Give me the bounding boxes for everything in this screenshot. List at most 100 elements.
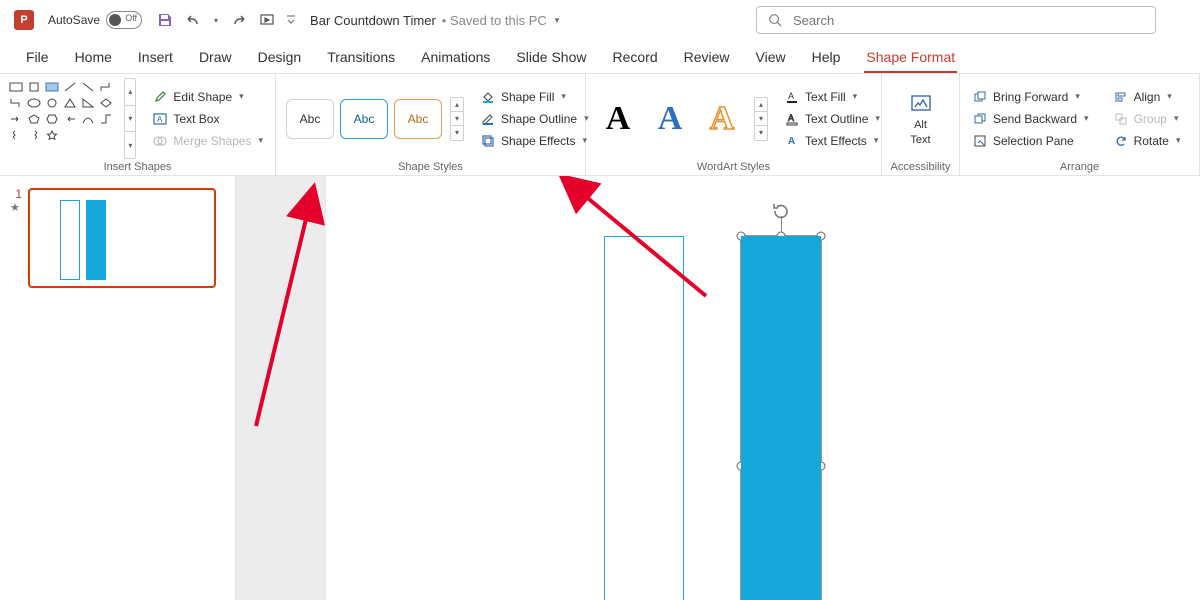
slide-thumbnails-panel[interactable]: 1 ★ bbox=[0, 176, 236, 600]
tab-home[interactable]: Home bbox=[63, 43, 124, 73]
bring-forward-button[interactable]: Bring Forward ▾ bbox=[968, 87, 1093, 107]
save-icon[interactable] bbox=[156, 11, 174, 29]
gallery-down-icon[interactable]: ▾ bbox=[755, 112, 767, 126]
rotation-handle-icon[interactable] bbox=[770, 200, 792, 222]
slide[interactable] bbox=[326, 176, 1200, 600]
search-input[interactable] bbox=[791, 12, 1145, 29]
wordart-swatch-3[interactable]: A bbox=[700, 97, 744, 141]
text-outline-button[interactable]: A Text Outline ▾ bbox=[780, 109, 884, 129]
wordart-gallery[interactable]: A A A ▴ ▾ ▾ bbox=[594, 78, 770, 159]
tab-record[interactable]: Record bbox=[600, 43, 669, 73]
outlined-rectangle-shape[interactable] bbox=[604, 236, 684, 600]
style-swatch-2[interactable]: Abc bbox=[340, 99, 388, 139]
toggle-state: Off bbox=[125, 13, 137, 23]
slide-canvas-area[interactable] bbox=[236, 176, 1200, 600]
wordart-swatch-2[interactable]: A bbox=[648, 97, 692, 141]
shape-triangle-icon[interactable] bbox=[62, 96, 78, 110]
shape-line2-icon[interactable] bbox=[80, 80, 96, 94]
group-shape-styles: Abc Abc Abc ▴ ▾ ▾ Shape Fill ▾ Shape Out… bbox=[276, 74, 586, 175]
gallery-up-icon[interactable]: ▴ bbox=[125, 79, 135, 106]
align-button[interactable]: Align ▾ bbox=[1109, 87, 1185, 107]
group-label: Arrange bbox=[968, 159, 1191, 173]
shape-star-icon[interactable] bbox=[44, 128, 60, 142]
shape-effects-button[interactable]: Shape Effects ▾ bbox=[476, 131, 593, 151]
shape-hex-icon[interactable] bbox=[44, 112, 60, 126]
merge-shapes-button[interactable]: Merge Shapes ▾ bbox=[148, 131, 267, 151]
gallery-up-icon[interactable]: ▴ bbox=[755, 98, 767, 112]
search-box[interactable] bbox=[756, 6, 1156, 34]
tab-draw[interactable]: Draw bbox=[187, 43, 244, 73]
shape-elbow-icon[interactable] bbox=[98, 80, 114, 94]
shape-circle-icon[interactable] bbox=[44, 96, 60, 110]
shape-elbow2-icon[interactable] bbox=[8, 96, 24, 110]
shape-line-icon[interactable] bbox=[62, 80, 78, 94]
tab-review[interactable]: Review bbox=[672, 43, 742, 73]
group-button[interactable]: Group ▾ bbox=[1109, 109, 1185, 129]
wordart-swatch-1[interactable]: A bbox=[596, 97, 640, 141]
wordart-gallery-spinner[interactable]: ▴ ▾ ▾ bbox=[754, 97, 768, 141]
autosave-toggle[interactable]: AutoSave Off bbox=[48, 11, 142, 29]
shape-diamond-icon[interactable] bbox=[98, 96, 114, 110]
rotate-button[interactable]: Rotate ▾ bbox=[1109, 131, 1185, 151]
document-title[interactable]: Bar Countdown Timer • Saved to this PC ▾ bbox=[310, 13, 559, 28]
group-accessibility: Alt Text Accessibility bbox=[882, 74, 960, 175]
shape-connector-icon[interactable] bbox=[98, 112, 114, 126]
shape-square-icon[interactable] bbox=[26, 80, 42, 94]
group-label: Shape Styles bbox=[284, 159, 577, 173]
qat-customize-icon[interactable] bbox=[286, 11, 296, 29]
shape-styles-gallery[interactable]: Abc Abc Abc ▴ ▾ ▾ bbox=[284, 78, 466, 159]
svg-text:A: A bbox=[788, 91, 794, 101]
gallery-down-icon[interactable]: ▾ bbox=[125, 106, 135, 133]
alt-text-button[interactable]: Alt Text bbox=[903, 78, 939, 159]
shape-brace-icon[interactable] bbox=[8, 128, 24, 142]
send-backward-button[interactable]: Send Backward ▾ bbox=[968, 109, 1093, 129]
text-effects-icon: A bbox=[784, 133, 800, 149]
text-box-icon: A bbox=[152, 111, 168, 127]
tab-help[interactable]: Help bbox=[800, 43, 853, 73]
text-fill-button[interactable]: A Text Fill ▾ bbox=[780, 87, 884, 107]
style-swatch-1[interactable]: Abc bbox=[286, 99, 334, 139]
tab-shape-format[interactable]: Shape Format bbox=[854, 43, 967, 73]
undo-dropdown-icon[interactable]: ▾ bbox=[212, 11, 220, 29]
tab-slide-show[interactable]: Slide Show bbox=[504, 43, 598, 73]
shapes-gallery-spinner[interactable]: ▴ ▾ ▾ bbox=[124, 78, 136, 159]
slide-number: 1 bbox=[10, 188, 22, 201]
selection-pane-button[interactable]: Selection Pane bbox=[968, 131, 1093, 151]
tab-animations[interactable]: Animations bbox=[409, 43, 502, 73]
tab-view[interactable]: View bbox=[744, 43, 798, 73]
toggle-track[interactable]: Off bbox=[106, 11, 142, 29]
slide-thumbnail-1[interactable] bbox=[28, 188, 216, 288]
slide-thumbnail-row[interactable]: 1 ★ bbox=[10, 188, 225, 288]
gallery-more-icon[interactable]: ▾ bbox=[451, 126, 463, 139]
shape-pentagon-icon[interactable] bbox=[26, 112, 42, 126]
shape-fill-button[interactable]: Shape Fill ▾ bbox=[476, 87, 593, 107]
tab-transitions[interactable]: Transitions bbox=[315, 43, 407, 73]
tab-insert[interactable]: Insert bbox=[126, 43, 185, 73]
shape-curve-icon[interactable] bbox=[80, 112, 96, 126]
shape-rtriangle-icon[interactable] bbox=[80, 96, 96, 110]
gallery-up-icon[interactable]: ▴ bbox=[451, 98, 463, 112]
undo-icon[interactable] bbox=[184, 11, 202, 29]
gallery-more-icon[interactable]: ▾ bbox=[755, 126, 767, 139]
redo-icon[interactable] bbox=[230, 11, 248, 29]
tab-design[interactable]: Design bbox=[246, 43, 314, 73]
edit-shape-button[interactable]: Edit Shape ▾ bbox=[148, 87, 267, 107]
gallery-down-icon[interactable]: ▾ bbox=[451, 112, 463, 126]
shape-brace2-icon[interactable] bbox=[26, 128, 42, 142]
shape-oval-icon[interactable] bbox=[26, 96, 42, 110]
text-box-button[interactable]: A Text Box bbox=[148, 109, 267, 129]
shape-textframe-icon[interactable] bbox=[44, 80, 60, 94]
tab-file[interactable]: File bbox=[14, 43, 61, 73]
shape-outline-button[interactable]: Shape Outline ▾ bbox=[476, 109, 593, 129]
style-swatch-3[interactable]: Abc bbox=[394, 99, 442, 139]
workspace: 1 ★ bbox=[0, 176, 1200, 600]
shape-rect-icon[interactable] bbox=[8, 80, 24, 94]
gallery-more-icon[interactable]: ▾ bbox=[125, 132, 135, 158]
styles-gallery-spinner[interactable]: ▴ ▾ ▾ bbox=[450, 97, 464, 141]
filled-rectangle-shape[interactable] bbox=[741, 236, 821, 600]
from-beginning-icon[interactable] bbox=[258, 11, 276, 29]
shape-arrowl-icon[interactable] bbox=[62, 112, 78, 126]
shape-arrow-icon[interactable] bbox=[8, 112, 24, 126]
text-effects-button[interactable]: A Text Effects ▾ bbox=[780, 131, 884, 151]
shapes-gallery[interactable] bbox=[8, 78, 116, 159]
